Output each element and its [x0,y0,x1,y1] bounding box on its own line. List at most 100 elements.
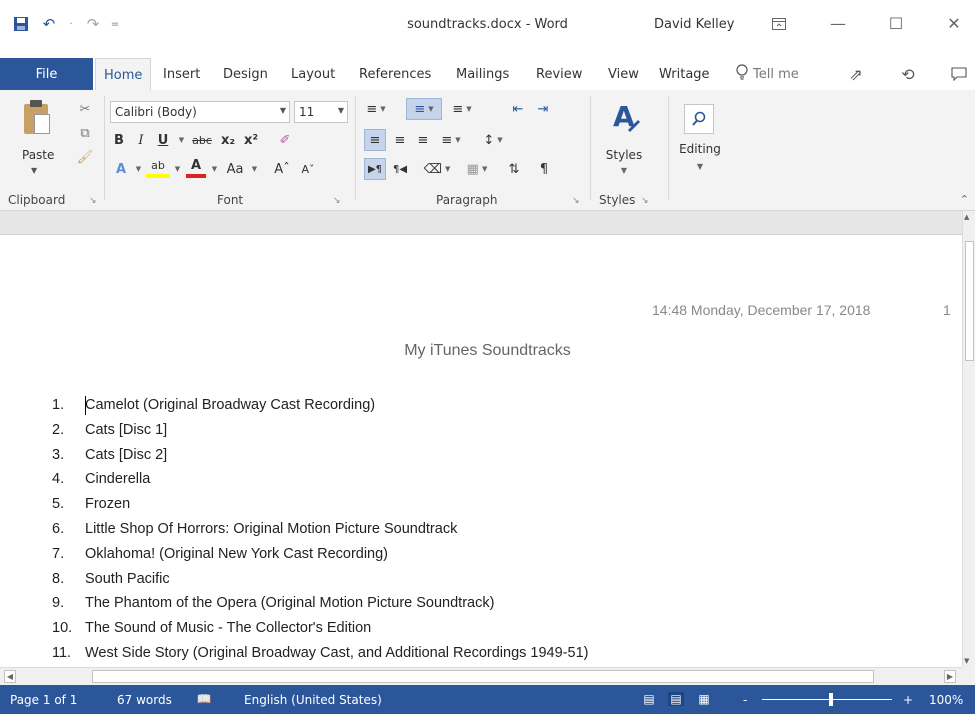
share-icon[interactable]: ⇗ [843,62,869,86]
cut-icon[interactable]: ✂ [76,100,94,118]
group-divider [668,96,669,200]
highlight-button[interactable]: ab [146,156,170,178]
vertical-scroll-thumb[interactable] [965,241,974,361]
maximize-button[interactable]: ☐ [876,8,916,38]
paragraph-launcher-icon[interactable]: ↘ [572,196,580,206]
change-case-dropdown-icon[interactable]: ▼ [248,158,258,180]
collapse-ribbon-icon[interactable]: ⌃ [960,193,969,206]
align-left-icon[interactable]: ≡ [364,129,386,151]
multilevel-list-button[interactable]: ≡ ▼ [446,98,478,120]
tab-file[interactable]: File [0,58,93,90]
clear-formatting-icon[interactable]: ✐ [273,129,297,151]
close-button[interactable]: ✕ [934,8,974,38]
print-layout-icon[interactable]: ▤ [668,692,684,706]
tab-home[interactable]: Home [95,58,152,91]
bold-button[interactable]: B [110,129,128,151]
ltr-direction-icon[interactable]: ▶¶ [364,158,386,180]
highlight-dropdown-icon[interactable]: ▼ [171,158,181,180]
copy-icon[interactable]: ⧉ [76,124,94,142]
change-case-button[interactable]: Aa [222,158,248,180]
shrink-font-button[interactable]: Aˇ [297,158,319,180]
rtl-direction-icon[interactable]: ¶◀ [389,158,411,180]
shading-icon[interactable]: ⌫ ▼ [420,158,454,180]
editing-button[interactable]: Editing ▼ [672,96,728,176]
proofing-icon[interactable]: 📖 [196,692,212,706]
underline-button[interactable]: U [154,129,172,151]
tab-view[interactable]: View [608,58,639,90]
paste-icon[interactable] [22,100,50,136]
align-center-icon[interactable]: ≡ [389,129,411,151]
line-spacing-icon[interactable]: ↕ ▼ [476,129,510,151]
underline-dropdown-icon[interactable]: ▼ [175,129,185,151]
tab-writage[interactable]: Writage [659,58,710,90]
save-icon[interactable] [10,13,32,35]
font-launcher-icon[interactable]: ↘ [333,196,341,206]
italic-button[interactable]: I [132,129,150,151]
tab-design[interactable]: Design [223,58,268,90]
superscript-button[interactable]: x² [241,129,261,151]
list-item-text: Frozen [85,496,131,513]
clipboard-launcher-icon[interactable]: ↘ [89,196,97,206]
format-painter-icon[interactable]: 🖌 [76,148,94,166]
zoom-slider-thumb[interactable] [829,693,833,706]
page-count[interactable]: Page 1 of 1 [10,685,77,714]
scroll-left-icon[interactable]: ◀ [4,670,16,683]
subscript-button[interactable]: x₂ [218,129,238,151]
styles-button[interactable]: A Styles ▼ [596,96,652,176]
vertical-scrollbar[interactable]: ▲ ▼ [962,211,975,667]
borders-icon[interactable]: ▦ ▼ [459,158,495,180]
horizontal-scrollbar[interactable]: ◀ ▶ [0,667,962,685]
list-item-text: Oklahoma! (Original New York Cast Record… [85,545,389,562]
redo-icon[interactable]: ↷ [82,13,104,35]
tab-review[interactable]: Review [536,58,582,90]
grow-font-button[interactable]: Aˆ [271,158,293,180]
zoom-level[interactable]: 100% [929,685,963,714]
paste-button[interactable]: Paste [22,148,54,162]
numbering-button[interactable]: ≡ ▼ [406,98,442,120]
zoom-out-button[interactable]: - [743,685,747,714]
tab-insert[interactable]: Insert [163,58,200,90]
increase-indent-icon[interactable]: ⇥ [532,98,554,120]
show-formatting-marks-icon[interactable]: ¶ [533,158,555,180]
horizontal-scroll-thumb[interactable] [92,670,874,683]
read-mode-icon[interactable]: ▤ [641,692,657,706]
strikethrough-button[interactable]: abc [188,129,216,151]
font-color-dropdown-icon[interactable]: ▼ [208,158,218,180]
word-count[interactable]: 67 words [117,685,172,714]
paste-dropdown-icon[interactable]: ▼ [31,166,37,175]
ribbon: Paste ▼ ✂ ⧉ 🖌 Clipboard ↘ Calibri (Body)… [0,90,975,211]
document-page[interactable]: 14:48 Monday, December 17, 2018 1 My iTu… [0,235,962,667]
scroll-up-icon[interactable]: ▲ [964,213,969,221]
text-effects-dropdown-icon[interactable]: ▼ [132,158,142,180]
web-layout-icon[interactable]: ▦ [696,692,712,706]
customize-qat-icon[interactable]: = [110,13,120,35]
comments-icon[interactable] [946,62,972,86]
scroll-down-icon[interactable]: ▼ [964,657,969,665]
font-size-combo[interactable]: 11 ▼ [294,101,348,123]
language-indicator[interactable]: English (United States) [244,685,382,714]
tab-mailings[interactable]: Mailings [456,58,509,90]
undo-icon[interactable]: ↶ [38,13,60,35]
font-name-combo[interactable]: Calibri (Body) ▼ [110,101,290,123]
user-name[interactable]: David Kelley [654,17,734,32]
ribbon-display-options-icon[interactable] [768,13,790,35]
list-item-text: Camelot (Original Broadway Cast Recordin… [85,397,376,413]
decrease-indent-icon[interactable]: ⇤ [507,98,529,120]
justify-icon[interactable]: ≡ ▼ [436,129,466,151]
bullets-button[interactable]: ≡ ▼ [361,98,391,120]
status-bar: Page 1 of 1 67 words 📖 English (United S… [0,685,975,714]
undo-dropdown-icon[interactable]: · [66,13,76,35]
sort-icon[interactable]: ⇅ [503,158,525,180]
styles-launcher-icon[interactable]: ↘ [641,196,649,206]
tell-me-search[interactable]: Tell me [736,58,799,90]
zoom-in-button[interactable]: + [903,685,913,714]
zoom-slider-track[interactable] [762,699,892,700]
scroll-right-icon[interactable]: ▶ [944,670,956,683]
font-color-button[interactable]: A [186,156,206,178]
minimize-button[interactable]: — [818,8,858,38]
history-icon[interactable]: ⟲ [895,62,921,86]
tab-layout[interactable]: Layout [291,58,335,90]
text-effects-button[interactable]: A [110,158,132,180]
align-right-icon[interactable]: ≡ [412,129,434,151]
tab-references[interactable]: References [359,58,431,90]
